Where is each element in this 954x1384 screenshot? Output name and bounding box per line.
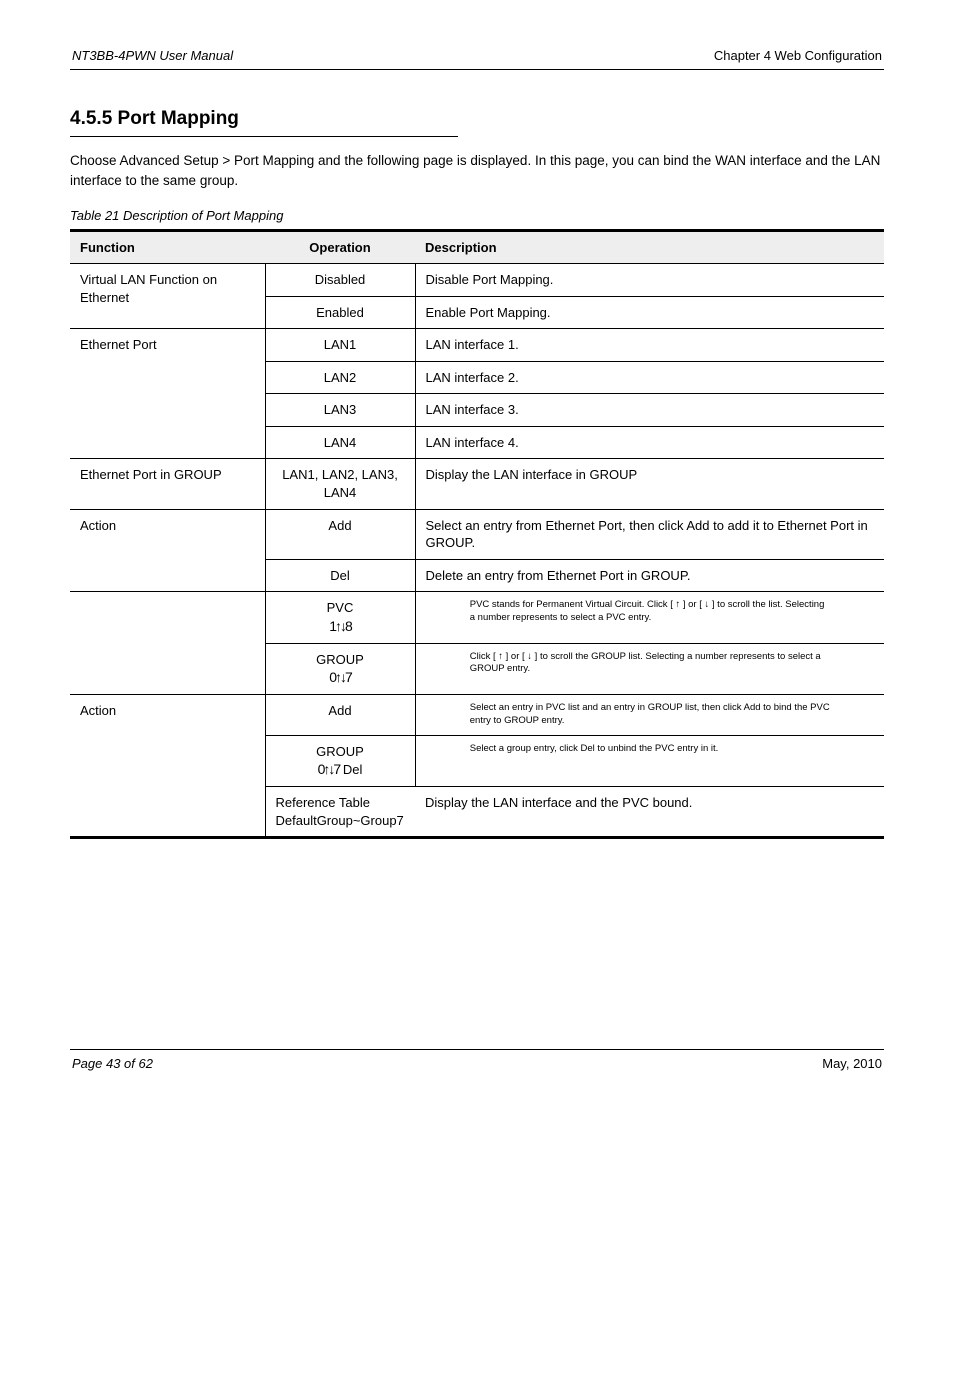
- fn-action: Action: [70, 509, 265, 592]
- note-text: Click [ ↑ ] or [ ↓ ] to scroll the GROUP…: [470, 651, 830, 677]
- scroll-icon: 1↑↓8: [329, 618, 351, 634]
- col-description: Description: [415, 231, 884, 264]
- fn-ethernet-port: Ethernet Port: [70, 329, 265, 459]
- desc-cell: LAN interface 2.: [415, 361, 884, 394]
- desc-cell: Delete an entry from Ethernet Port in GR…: [415, 559, 884, 592]
- del-label: Del: [343, 762, 363, 777]
- op-cell: LAN1: [265, 329, 415, 362]
- page-number: Page 43 of 62: [72, 1056, 153, 1071]
- note-text: Select a group entry, click Del to unbin…: [470, 743, 830, 756]
- op-cell: LAN3: [265, 394, 415, 427]
- footer-date: May, 2010: [822, 1056, 882, 1071]
- op-cell: LAN4: [265, 426, 415, 459]
- doc-title-header: NT3BB-4PWN User Manual: [72, 48, 233, 63]
- op-cell: Enabled: [265, 296, 415, 329]
- fn-virtual-lan: Virtual LAN Function on Ethernet: [70, 264, 265, 329]
- fn-pvc-group: [70, 592, 265, 695]
- scroll-icon: 0↑↓7: [329, 669, 351, 685]
- op-scroll: PVC 1↑↓8: [265, 592, 415, 643]
- desc-cell: LAN interface 4.: [415, 426, 884, 459]
- desc-cell: Display the LAN interface in GROUP: [415, 459, 884, 509]
- op-scroll: GROUP 0↑↓7 Del: [265, 735, 415, 786]
- scroll-icon: 0↑↓7: [318, 761, 340, 777]
- desc-cell: Click [ ↑ ] or [ ↓ ] to scroll the GROUP…: [415, 643, 884, 694]
- desc-cell: Display the LAN interface and the PVC bo…: [415, 787, 884, 838]
- desc-cell: Enable Port Mapping.: [415, 296, 884, 329]
- desc-cell: Select an entry from Ethernet Port, then…: [415, 509, 884, 559]
- op-cell: Del: [265, 559, 415, 592]
- desc-cell: LAN interface 1.: [415, 329, 884, 362]
- header-rule: [70, 69, 884, 70]
- desc-cell: Disable Port Mapping.: [415, 264, 884, 297]
- col-function: Function: [70, 231, 265, 264]
- desc-cell: Select a group entry, click Del to unbin…: [415, 735, 884, 786]
- note-text: PVC stands for Permanent Virtual Circuit…: [470, 599, 830, 625]
- op-cell: Add: [265, 695, 415, 736]
- op-cell: Add: [265, 509, 415, 559]
- ref-label: Reference Table DefaultGroup~Group7: [276, 794, 406, 829]
- section-heading: 4.5.5 Port Mapping: [70, 108, 884, 130]
- desc-cell: Select an entry in PVC list and an entry…: [415, 695, 884, 736]
- desc-cell: LAN interface 3.: [415, 394, 884, 427]
- op-cell: LAN2: [265, 361, 415, 394]
- note-text: Select an entry in PVC list and an entry…: [470, 702, 830, 728]
- fn-ethernet-group: Ethernet Port in GROUP: [70, 459, 265, 509]
- reference-table-cell: Reference Table DefaultGroup~Group7: [265, 787, 415, 838]
- op-cell: Disabled: [265, 264, 415, 297]
- table-caption: Table 21 Description of Port Mapping: [70, 208, 884, 223]
- fn-action2: Action: [70, 695, 265, 838]
- section-rule: [70, 136, 458, 137]
- op-cell: LAN1, LAN2, LAN3, LAN4: [265, 459, 415, 509]
- col-operation: Operation: [265, 231, 415, 264]
- intro-paragraph: Choose Advanced Setup > Port Mapping and…: [70, 151, 884, 190]
- port-mapping-table: Function Operation Description Virtual L…: [70, 229, 884, 839]
- chapter-header: Chapter 4 Web Configuration: [714, 48, 882, 63]
- op-scroll: GROUP 0↑↓7: [265, 643, 415, 694]
- desc-cell: PVC stands for Permanent Virtual Circuit…: [415, 592, 884, 643]
